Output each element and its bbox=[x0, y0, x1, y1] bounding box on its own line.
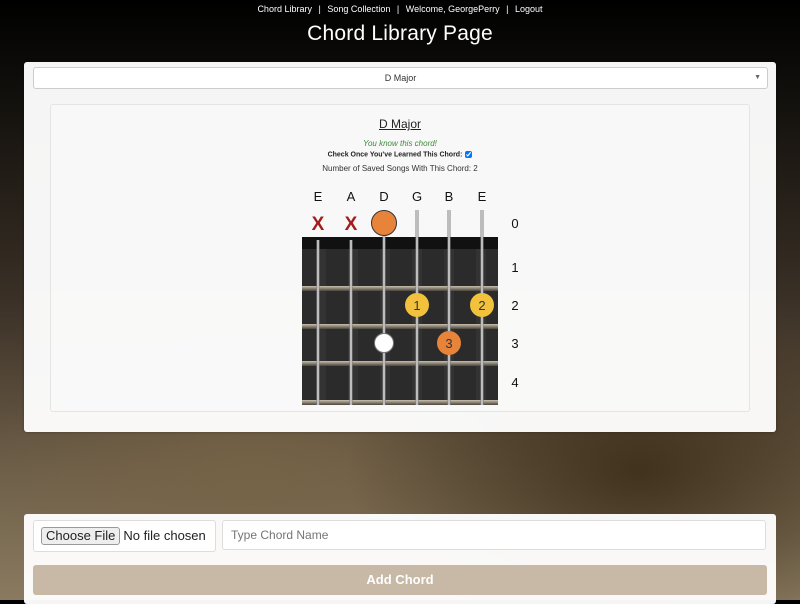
nav-logout-link[interactable]: Logout bbox=[515, 4, 543, 14]
fret-number: 2 bbox=[511, 298, 518, 313]
string-label: G bbox=[412, 189, 422, 204]
nut bbox=[302, 237, 498, 249]
guitar-string bbox=[316, 240, 320, 405]
nav-welcome-text: Welcome, GeorgePerry bbox=[405, 4, 500, 14]
fret-number: 1 bbox=[511, 260, 518, 275]
choose-file-button[interactable]: Choose File bbox=[41, 527, 121, 545]
string-label: E bbox=[314, 189, 323, 204]
nav-chord-library-link[interactable]: Chord Library bbox=[257, 4, 312, 14]
finger-number: 3 bbox=[445, 336, 452, 351]
chord-card: D Major ▼ D Major You know this chord! C… bbox=[24, 62, 776, 432]
chord-select-value: D Major bbox=[384, 73, 417, 83]
string-labels: EADGBE bbox=[314, 189, 487, 204]
string-label: E bbox=[478, 189, 487, 204]
fret-number: 3 bbox=[511, 336, 518, 351]
guitar-string bbox=[447, 210, 451, 405]
guitar-string bbox=[349, 240, 353, 405]
fret-numbers: 0 1 2 3 4 bbox=[511, 216, 518, 390]
fret-wire bbox=[302, 361, 498, 366]
open-root-marker bbox=[371, 210, 397, 236]
chord-detail-panel: D Major You know this chord! Check Once … bbox=[50, 104, 750, 412]
fretboard-wood bbox=[302, 240, 498, 405]
top-nav: Chord Library | Song Collection | Welcom… bbox=[0, 0, 800, 18]
add-chord-form: Choose FileNo file chosen Add Chord bbox=[24, 514, 776, 604]
muted-string-marker: X bbox=[312, 214, 325, 235]
add-chord-button[interactable]: Add Chord bbox=[33, 565, 767, 595]
fret-wire bbox=[302, 400, 498, 405]
chevron-down-icon: ▼ bbox=[754, 74, 761, 81]
file-status: No file chosen bbox=[123, 528, 206, 543]
chord-diagram: E A D G B E 0 1 2 3 4 X X 1 2 3 bbox=[302, 189, 519, 405]
ghost-note-marker bbox=[374, 333, 394, 353]
string-label: B bbox=[445, 189, 454, 204]
fret-wire bbox=[302, 286, 498, 291]
string-label: D bbox=[379, 189, 388, 204]
nav-song-collection-link[interactable]: Song Collection bbox=[327, 4, 390, 14]
fretboard bbox=[302, 237, 498, 405]
fret-number: 0 bbox=[511, 216, 518, 231]
guitar-string bbox=[382, 210, 386, 405]
nav-separator: | bbox=[318, 4, 321, 14]
fret-number: 4 bbox=[511, 375, 518, 390]
muted-string-marker: X bbox=[345, 214, 358, 235]
finger-number: 1 bbox=[413, 298, 420, 313]
fret-wire bbox=[302, 324, 498, 329]
string-label: A bbox=[347, 189, 356, 204]
nav-separator: | bbox=[396, 4, 400, 14]
file-input[interactable]: Choose File No file chosen bbox=[33, 520, 216, 552]
chord-name-input[interactable] bbox=[222, 520, 766, 550]
nav-separator: | bbox=[506, 4, 509, 14]
page-title: Chord Library Page bbox=[307, 22, 493, 45]
chord-select[interactable]: D Major ▼ bbox=[33, 67, 768, 89]
finger-number: 2 bbox=[478, 298, 485, 313]
